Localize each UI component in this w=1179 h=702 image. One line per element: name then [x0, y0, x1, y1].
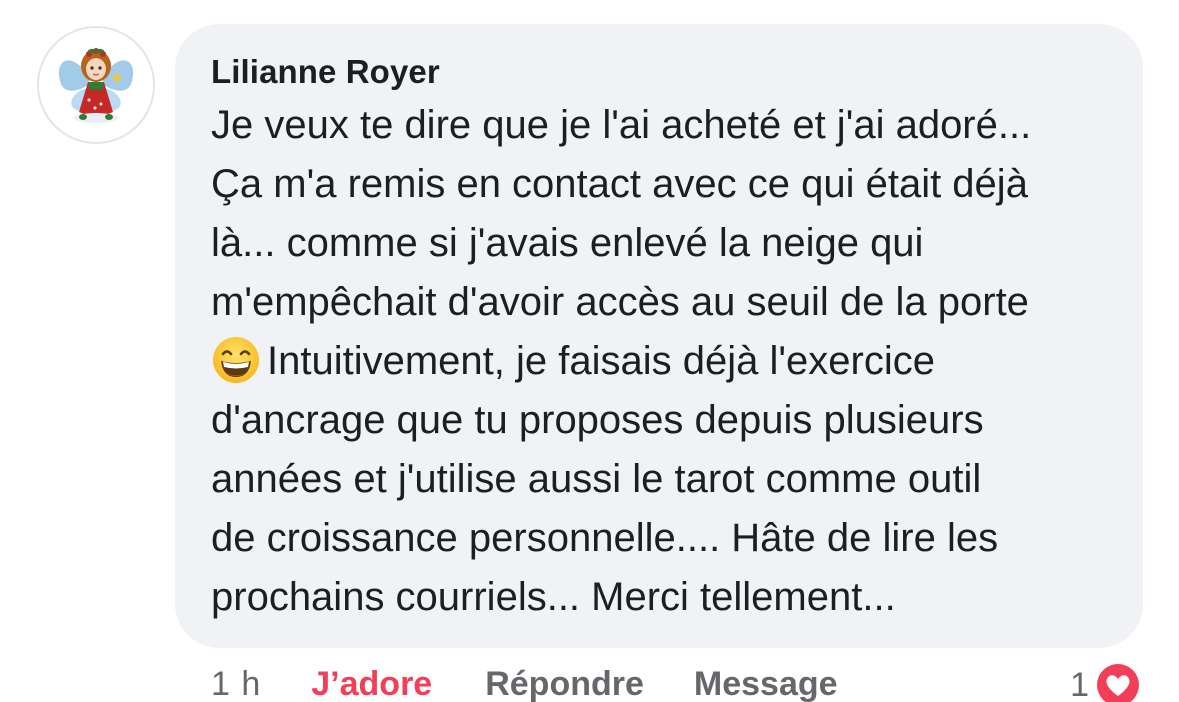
- comment-line: années et j'utilise aussi le tarot comme…: [211, 457, 982, 501]
- comment-line: Ça m'a remis en contact avec ce qui étai…: [211, 162, 1028, 206]
- fairy-avatar-icon: [39, 28, 153, 142]
- comment-line: prochains courriels... Merci tellement..…: [211, 575, 896, 619]
- comment-text: Je veux te dire que je l'ai acheté et j'…: [211, 96, 1119, 627]
- comment-line-with-emoji: Intuitivement, je faisais déjà l'exercic…: [211, 332, 1119, 391]
- comment-line: de croissance personnelle.... Hâte de li…: [211, 516, 999, 560]
- message-button[interactable]: Message: [694, 665, 838, 702]
- love-reaction-button[interactable]: J’adore: [311, 665, 432, 702]
- comment-line: Intuitivement, je faisais déjà l'exercic…: [267, 339, 935, 383]
- grinning-face-emoji-icon: [213, 337, 259, 383]
- comment-line: m'empêchait d'avoir accès au seuil de la…: [211, 280, 1029, 324]
- reaction-count: 1: [1070, 665, 1089, 702]
- comment-actions: 1 h J’adore Répondre Message: [211, 662, 838, 702]
- comment-thread: Lilianne Royer Je veux te dire que je l'…: [0, 0, 1179, 702]
- comment-author[interactable]: Lilianne Royer: [211, 52, 440, 92]
- reaction-summary[interactable]: 1: [1070, 660, 1143, 702]
- comment-line: d'ancrage que tu proposes depuis plusieu…: [211, 398, 984, 442]
- avatar[interactable]: [37, 26, 155, 144]
- reply-button[interactable]: Répondre: [485, 665, 644, 702]
- comment-line: Je veux te dire que je l'ai acheté et j'…: [211, 103, 1032, 147]
- comment-line: là... comme si j'avais enlevé la neige q…: [211, 221, 924, 265]
- comment-timestamp[interactable]: 1 h: [211, 665, 261, 702]
- love-heart-icon: [1094, 661, 1142, 702]
- comment-bubble: Lilianne Royer Je veux te dire que je l'…: [175, 24, 1143, 648]
